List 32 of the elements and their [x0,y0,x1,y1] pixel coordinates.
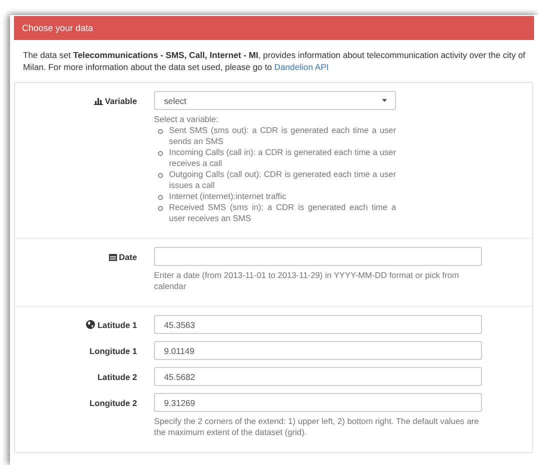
input-field[interactable]: 45.5682 [154,367,482,386]
bar-chart-icon [94,96,103,104]
help-list-item: Outgoing Calls (call out): CDR is generated each time a user issues a call [169,169,396,191]
help-list-item: Internet (internet):internet traffic [169,191,288,202]
field-label: Longitude 1 [90,346,137,356]
input-field[interactable]: 9.01149 [154,341,482,360]
help-list-item: Sent SMS (sms out): a CDR is generated each time a user sends an SMS [169,125,396,147]
dandelion-api-link[interactable]: Dandelion API [274,62,329,72]
help-text: Specify the 2 corners of the extend: 1) upper left, 2) bottom right. The default values are the maximum extent of the dataset (grid). [154,416,479,438]
globe-icon [86,320,96,329]
field-label: Date [118,252,137,262]
help-list-item: Incoming Calls (call in): a CDR is generated each time a user receives a call [169,147,396,169]
variable-select[interactable]: select [154,91,396,110]
caret-icon [382,99,387,102]
calendar-icon [108,252,117,260]
intro-text: The data set Telecommunications - SMS, Call, Internet - MI, provides information about telecommunication activity over the city of Milan. For more information about the data set used, please go to Dandelion API [22,49,526,74]
input-field[interactable] [154,247,482,266]
bullet-icon [158,195,163,200]
input-field[interactable]: 45.3563 [154,315,482,334]
help-text: Select a variable: [154,114,220,125]
help-list-item: Received SMS (sms in): a CDR is generated each time a user receives an SMS [169,202,396,224]
field-label: Variable [104,96,137,106]
bullet-icon [158,206,163,211]
field-label: Longitude 2 [90,398,137,408]
bullet-icon [158,151,163,156]
field-label: Latitude 1 [97,320,137,330]
panel-title: Choose your data [14,16,534,40]
bullet-icon [158,173,163,178]
field-label: Latitude 2 [97,372,137,382]
input-field[interactable]: 9.31269 [154,393,482,412]
help-text: Enter a date (from 2013-11-01 to 2013-11-29) in YYYY-MM-DD format or pick from calendar [154,270,460,292]
bullet-icon [158,129,163,134]
